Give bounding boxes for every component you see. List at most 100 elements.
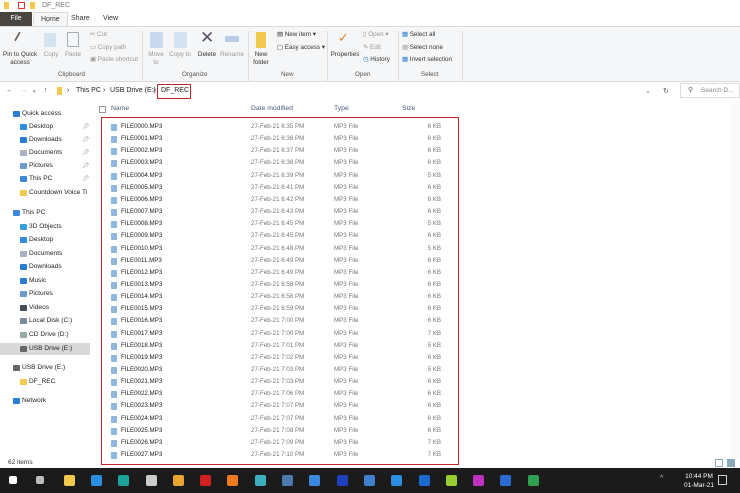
clock[interactable]: 10:44 PM 01-Mar-21 bbox=[684, 472, 714, 490]
sidebar-item[interactable]: Pictures 📌︎ bbox=[0, 160, 90, 172]
task-view-icon[interactable] bbox=[36, 476, 45, 484]
sidebar-item[interactable]: Documents bbox=[0, 248, 90, 260]
tab-view[interactable]: View bbox=[96, 12, 125, 26]
new-folder-button[interactable]: New folder bbox=[250, 51, 272, 66]
sidebar-item[interactable]: Pictures bbox=[0, 288, 90, 300]
sidebar-item[interactable]: CD Drive (D:) bbox=[0, 329, 90, 341]
start-icon[interactable] bbox=[9, 476, 17, 484]
column-name[interactable]: Name bbox=[111, 105, 129, 112]
details-view-button[interactable] bbox=[715, 459, 723, 467]
sidebar-item[interactable]: Countdown Voice Ti bbox=[0, 187, 90, 199]
select-group-label: Select bbox=[421, 71, 439, 78]
rename-button[interactable]: Rename bbox=[219, 51, 245, 59]
up-arrow-icon[interactable]: ↑ bbox=[44, 87, 48, 94]
sidebar-item[interactable]: Documents 📌︎ bbox=[0, 147, 90, 159]
open-button[interactable]: ▯ Open ▾ bbox=[363, 31, 389, 39]
paste-button[interactable]: Paste bbox=[62, 51, 84, 59]
app-icon[interactable] bbox=[418, 475, 430, 486]
app-icon[interactable] bbox=[90, 475, 102, 486]
app-icon[interactable] bbox=[336, 475, 348, 486]
sidebar-item[interactable]: USB Drive (E:) bbox=[0, 362, 90, 374]
breadcrumb-usb-drive[interactable]: USB Drive (E:) bbox=[110, 87, 156, 94]
column-type[interactable]: Type bbox=[334, 105, 349, 112]
sidebar-item[interactable]: Downloads bbox=[0, 261, 90, 273]
select-none-button[interactable]: ▦ Select none bbox=[402, 44, 443, 52]
app-icon[interactable] bbox=[254, 475, 266, 486]
edit-button[interactable]: ✎ Edit bbox=[363, 44, 381, 52]
sidebar-item-label: Desktop bbox=[29, 236, 54, 243]
app-icon[interactable] bbox=[473, 475, 485, 486]
app-icon[interactable] bbox=[282, 475, 293, 486]
large-icons-view-button[interactable] bbox=[727, 459, 735, 467]
file-explorer-icon[interactable] bbox=[63, 475, 75, 486]
cut-button[interactable]: ✂ Cut bbox=[90, 31, 107, 39]
paste-shortcut-button[interactable]: ▣ Paste shortcut bbox=[90, 56, 138, 64]
properties-button[interactable]: Properties bbox=[328, 51, 362, 59]
app-icon[interactable] bbox=[200, 475, 212, 486]
new-folder-quick-icon[interactable] bbox=[30, 2, 35, 9]
sidebar-item-label: Documents bbox=[29, 250, 63, 257]
column-date-modified[interactable]: Date modified bbox=[251, 105, 293, 112]
tab-share[interactable]: Share bbox=[64, 12, 97, 26]
vertical-scrollbar[interactable] bbox=[731, 103, 740, 458]
app-icon[interactable] bbox=[118, 475, 130, 486]
sidebar-item[interactable]: Quick access bbox=[0, 108, 90, 120]
pin-quick-access-button[interactable]: Pin to Quick access bbox=[2, 51, 38, 66]
address-dropdown-icon[interactable]: ⌄ bbox=[645, 87, 651, 95]
show-hidden-icons-chevron[interactable]: ^ bbox=[660, 475, 663, 482]
firefox-icon[interactable] bbox=[227, 475, 239, 486]
sidebar-item[interactable]: Desktop 📌︎ bbox=[0, 121, 90, 133]
download-icon bbox=[20, 137, 27, 143]
select-all-checkbox[interactable] bbox=[99, 106, 106, 113]
videos-icon bbox=[20, 305, 27, 311]
new-item-button[interactable]: ▤ New item ▾ bbox=[277, 31, 316, 39]
select-all-button[interactable]: ▦ Select all bbox=[402, 31, 435, 39]
notifications-icon[interactable] bbox=[718, 475, 727, 485]
sidebar-item[interactable]: This PC 📌︎ bbox=[0, 173, 90, 185]
sidebar-item[interactable]: Music bbox=[0, 275, 90, 287]
onedrive-icon[interactable] bbox=[391, 475, 403, 486]
sidebar-item[interactable]: DF_REC bbox=[0, 376, 90, 388]
network-app-icon[interactable] bbox=[363, 475, 375, 486]
sidebar-item[interactable]: This PC bbox=[0, 207, 90, 219]
sidebar-item[interactable]: Local Disk (C:) bbox=[0, 315, 90, 327]
sidebar-item[interactable]: USB Drive (E:) bbox=[0, 343, 90, 355]
breadcrumb-current-folder[interactable]: DF_REC bbox=[157, 84, 191, 99]
chrome-icon[interactable] bbox=[172, 475, 184, 486]
delete-button[interactable]: Delete bbox=[195, 51, 219, 59]
forward-arrow-icon[interactable]: → bbox=[20, 87, 27, 94]
delete-icon: ✕ bbox=[200, 28, 215, 47]
sidebar-item-label: Countdown Voice Ti bbox=[29, 189, 88, 196]
history-button[interactable]: ◷ History bbox=[363, 56, 390, 64]
app-icon[interactable] bbox=[445, 475, 457, 486]
tab-file[interactable]: File bbox=[0, 12, 32, 26]
back-arrow-icon[interactable]: ← bbox=[6, 87, 13, 94]
sidebar-item[interactable]: Downloads 📌︎ bbox=[0, 134, 90, 146]
move-to-button[interactable]: Move to bbox=[145, 51, 167, 66]
breadcrumb-this-pc[interactable]: This PC bbox=[76, 87, 101, 94]
app-icon[interactable] bbox=[527, 475, 539, 486]
refresh-icon[interactable]: ↻ bbox=[663, 87, 669, 95]
sidebar-item[interactable]: Desktop bbox=[0, 234, 90, 246]
new-item-label: New item bbox=[284, 31, 311, 38]
sidebar-item[interactable]: Videos bbox=[0, 302, 90, 314]
app-icon[interactable] bbox=[309, 475, 321, 486]
invert-selection-button[interactable]: ▦ Invert selection bbox=[402, 56, 452, 64]
properties-quick-icon[interactable] bbox=[18, 2, 25, 9]
recent-chevron-icon[interactable]: ▾ bbox=[33, 89, 36, 95]
folder-icon bbox=[57, 87, 62, 95]
copy-path-button[interactable]: ▭ Copy path bbox=[90, 44, 126, 52]
easy-access-label: Easy access bbox=[284, 44, 321, 51]
sidebar-item[interactable]: 3D Objects bbox=[0, 221, 90, 233]
copy-button[interactable]: Copy bbox=[40, 51, 62, 59]
column-size[interactable]: Size bbox=[402, 105, 415, 112]
copy-to-button[interactable]: Copy to bbox=[169, 51, 191, 59]
sidebar-item[interactable]: Network bbox=[0, 395, 90, 407]
pin-icon: 📌︎ bbox=[82, 150, 90, 156]
pin-icon: 📌︎ bbox=[82, 163, 90, 169]
open-label: Open bbox=[368, 31, 384, 38]
tab-home[interactable]: Home bbox=[33, 12, 68, 26]
easy-access-button[interactable]: ▢ Easy access ▾ bbox=[277, 44, 325, 52]
app-icon[interactable] bbox=[500, 475, 512, 486]
calculator-icon[interactable] bbox=[145, 475, 157, 486]
